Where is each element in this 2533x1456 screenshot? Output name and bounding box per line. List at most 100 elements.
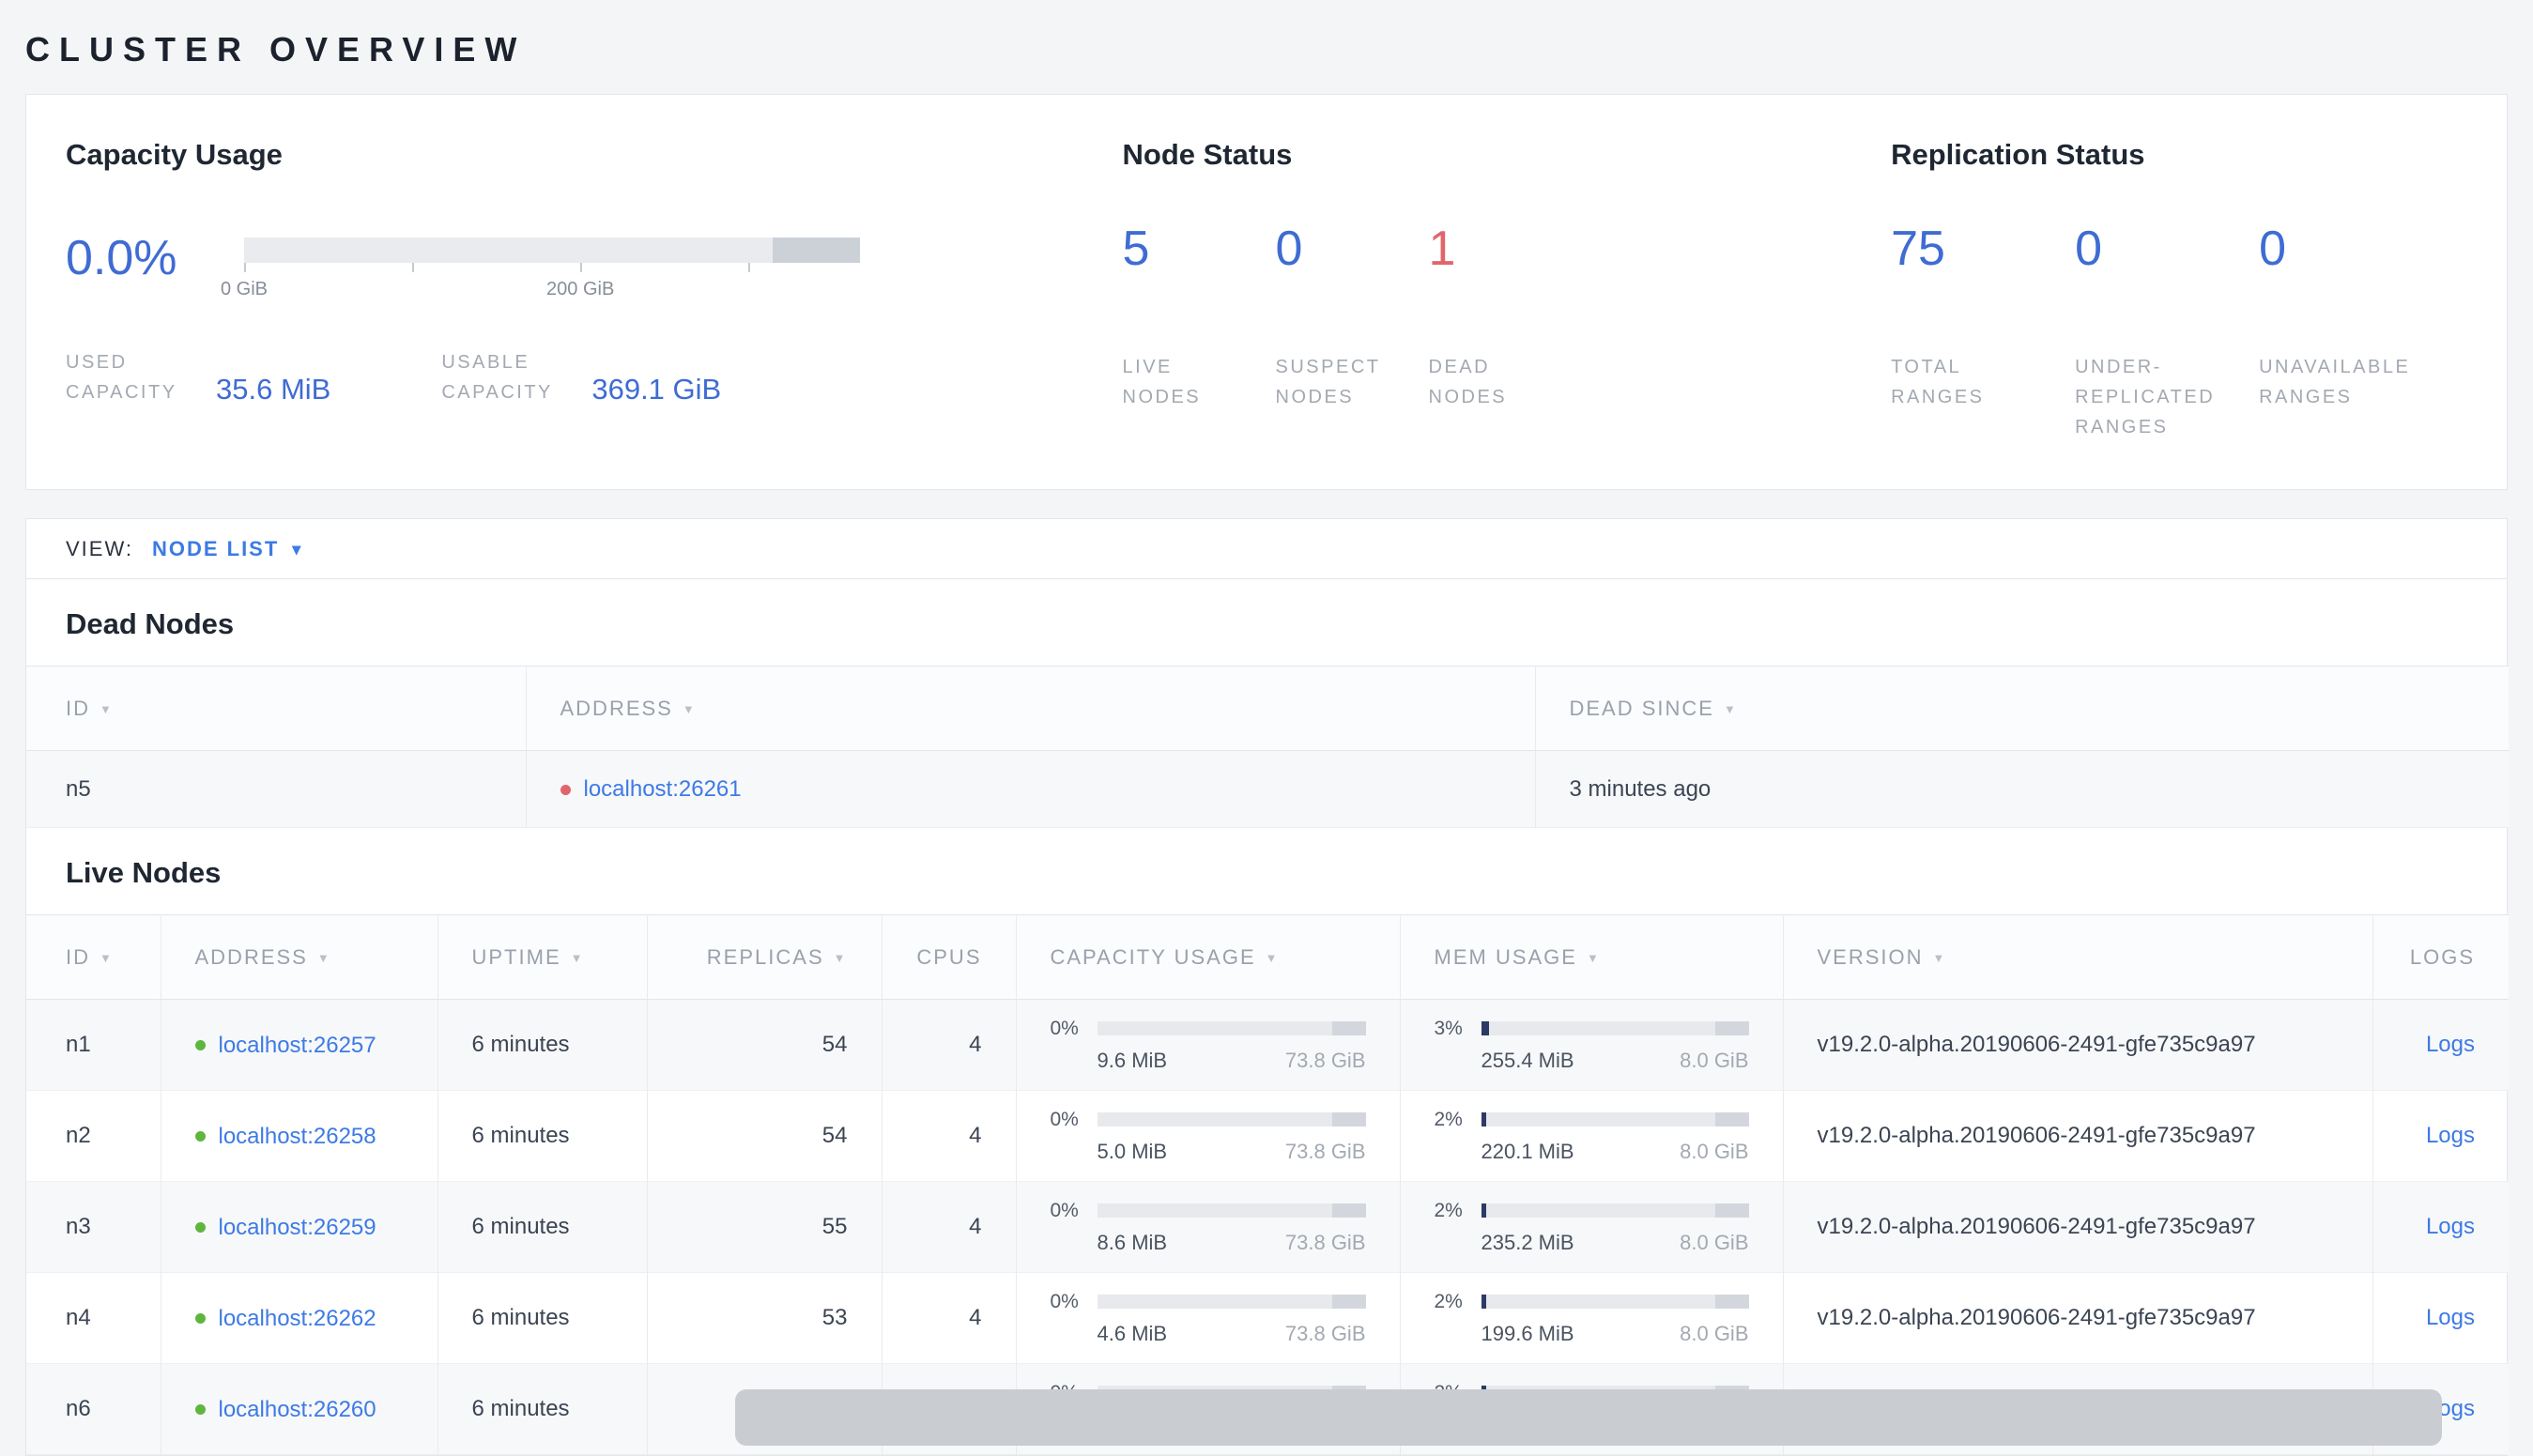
logs-cell: Logs (2372, 1273, 2509, 1364)
stat-dead-nodes: 1 DEAD NODES (1429, 224, 1582, 412)
node-address: localhost:26259 (194, 1215, 376, 1241)
stat-total-ranges: 75 TOTAL RANGES (1891, 224, 2075, 442)
replication-status-title: Replication Status (1891, 138, 2145, 171)
usage-percent: 3% (1434, 1017, 1463, 1039)
usage-total-value: 8.0 GiB (1680, 1048, 1749, 1072)
column-header-label: ADDRESS (194, 944, 308, 969)
capacity-bar-endcap (772, 238, 860, 263)
usage-bar-row: 3% (1435, 1018, 1749, 1040)
column-header-id[interactable]: ID ▼ (26, 914, 161, 1000)
dead-nodes-title: Dead Nodes (66, 607, 235, 640)
usage-values: 9.6 MiB 73.8 GiB (1098, 1049, 1366, 1073)
sort-descending-icon: ▼ (100, 950, 114, 965)
column-header-address[interactable]: ADDRESS ▼ (526, 666, 1536, 751)
usable-capacity-value: 369.1 GiB (591, 372, 722, 406)
usage-values: 199.6 MiB 8.0 GiB (1481, 1322, 1749, 1346)
capacity-percent-value: 0.0% (66, 231, 177, 285)
under-replicated-count: 0 (2075, 222, 2102, 276)
capacity-usage-meter: 0% 8.6 MiB 73.8 GiB (1051, 1200, 1366, 1255)
capacity-usage-cell: 0% 9.6 MiB 73.8 GiB (1016, 999, 1401, 1091)
usage-bar-row: 0% (1051, 1291, 1366, 1313)
mem-usage-meter: 2% 199.6 MiB 8.0 GiB (1435, 1291, 1749, 1346)
dead-status-dot (560, 784, 571, 795)
column-header-label: REPLICAS (706, 944, 824, 969)
cpus-cell: 4 (882, 1090, 1017, 1182)
usage-bar-track (1481, 1295, 1749, 1309)
replicas-cell: 53 (647, 1272, 883, 1364)
column-header-mem-usage[interactable]: MEM USAGE ▼ (1400, 914, 1784, 1000)
usable-capacity-stat: USABLE CAPACITY 369.1 GiB (441, 347, 721, 407)
live-status-dot (194, 1222, 206, 1234)
live-node-row: n3 localhost:26259 6 minutes 55 4 0% 8.6 MiB 73… (26, 1181, 2509, 1273)
cpus-cell: 4 (882, 1181, 1017, 1273)
node-id-cell: n6 (26, 1363, 161, 1455)
bottom-shadow (735, 1389, 2442, 1446)
logs-link[interactable]: Logs (2426, 1123, 2475, 1148)
capacity-usage-chart: 0.0% 0 GiB 200 GiB (66, 224, 1123, 310)
usage-bar-endcap (1331, 1295, 1366, 1309)
sort-descending-icon: ▼ (1586, 950, 1601, 965)
node-address-link[interactable]: localhost:26259 (219, 1215, 376, 1241)
usage-used-value: 9.6 MiB (1097, 1048, 1168, 1072)
column-header-dead-since[interactable]: DEAD SINCE ▼ (1535, 666, 2509, 751)
column-header-id[interactable]: ID ▼ (26, 666, 527, 751)
unavailable-ranges-label: UNAVAILABLE RANGES (2259, 357, 2411, 407)
node-address: localhost:26262 (194, 1306, 376, 1332)
usage-bar-endcap (1714, 1112, 1749, 1126)
capacity-bar-chart: 0 GiB 200 GiB (221, 224, 860, 310)
sort-descending-icon: ▼ (1265, 950, 1280, 965)
node-address-link[interactable]: localhost:26258 (219, 1124, 376, 1150)
view-selector-dropdown[interactable]: NODE LIST ▾ (152, 537, 302, 561)
node-address-link[interactable]: localhost:26260 (219, 1397, 376, 1423)
stat-under-replicated-ranges: 0 UNDER-REPLICATED RANGES (2075, 224, 2259, 442)
usage-used-value: 235.2 MiB (1481, 1230, 1574, 1254)
node-address-link[interactable]: localhost:26257 (219, 1033, 376, 1059)
node-id-cell: n5 (26, 750, 527, 828)
column-header-version[interactable]: VERSION ▼ (1783, 914, 2373, 1000)
column-header-label: ADDRESS (560, 696, 673, 720)
live-status-dot (194, 1404, 206, 1416)
usage-bar-endcap (1331, 1021, 1366, 1035)
node-address-cell: localhost:26260 (161, 1363, 438, 1455)
node-address-link[interactable]: localhost:26262 (219, 1306, 376, 1332)
usage-bar-track (1097, 1203, 1366, 1218)
mem-usage-cell: 2% 199.6 MiB 8.0 GiB (1400, 1272, 1784, 1364)
usage-percent: 2% (1434, 1199, 1463, 1221)
node-address-link[interactable]: localhost:26261 (584, 776, 742, 803)
logs-cell: Logs (2372, 1000, 2509, 1091)
usage-bar-fill (1481, 1112, 1487, 1126)
suspect-nodes-label: SUSPECT NODES (1275, 357, 1381, 407)
column-header-capacity-usage[interactable]: CAPACITY USAGE ▼ (1016, 914, 1401, 1000)
column-header-uptime[interactable]: UPTIME ▼ (438, 914, 648, 1000)
usage-total-value: 73.8 GiB (1284, 1321, 1366, 1345)
version-cell: v19.2.0-alpha.20190606-2491-gfe735c9a97 (1783, 1090, 2373, 1182)
sort-descending-icon: ▼ (570, 950, 585, 965)
usage-bar-track (1481, 1112, 1749, 1126)
logs-link[interactable]: Logs (2426, 1032, 2475, 1057)
usage-values: 255.4 MiB 8.0 GiB (1481, 1049, 1749, 1073)
mem-usage-meter: 2% 220.1 MiB 8.0 GiB (1435, 1109, 1749, 1164)
usage-values: 220.1 MiB 8.0 GiB (1481, 1140, 1749, 1164)
usage-used-value: 4.6 MiB (1097, 1321, 1168, 1345)
usage-percent: 0% (1050, 1290, 1079, 1312)
page-title: CLUSTER OVERVIEW (25, 30, 527, 69)
column-header-address[interactable]: ADDRESS ▼ (161, 914, 438, 1000)
usage-bar-row: 0% (1051, 1200, 1366, 1222)
node-id-cell: n4 (26, 1272, 161, 1364)
uptime-cell: 6 minutes (438, 1181, 648, 1273)
usage-bar-row: 2% (1435, 1109, 1749, 1131)
version-cell: v19.2.0-alpha.20190606-2491-gfe735c9a97 (1783, 1272, 2373, 1364)
node-status-stats: 5 LIVE NODES 0 SUSPECT NODES 1 DEAD NODE… (1123, 224, 1892, 412)
usage-used-value: 5.0 MiB (1097, 1139, 1168, 1163)
usage-values: 8.6 MiB 73.8 GiB (1098, 1231, 1366, 1255)
logs-link[interactable]: Logs (2426, 1214, 2475, 1239)
mem-usage-cell: 3% 255.4 MiB 8.0 GiB (1400, 999, 1784, 1091)
logs-cell: Logs (2372, 1091, 2509, 1182)
stat-live-nodes: 5 LIVE NODES (1123, 224, 1276, 412)
capacity-usage-cell: 0% 8.6 MiB 73.8 GiB (1016, 1181, 1401, 1273)
sort-descending-icon: ▼ (833, 950, 848, 965)
logs-link[interactable]: Logs (2426, 1305, 2475, 1330)
column-header-replicas[interactable]: REPLICAS ▼ (647, 914, 883, 1000)
under-replicated-label: UNDER-REPLICATED RANGES (2075, 357, 2216, 437)
dead-nodes-table: ID ▼ ADDRESS ▼ DEAD SINCE ▼ n5 localhost:26261 3… (26, 666, 2509, 828)
